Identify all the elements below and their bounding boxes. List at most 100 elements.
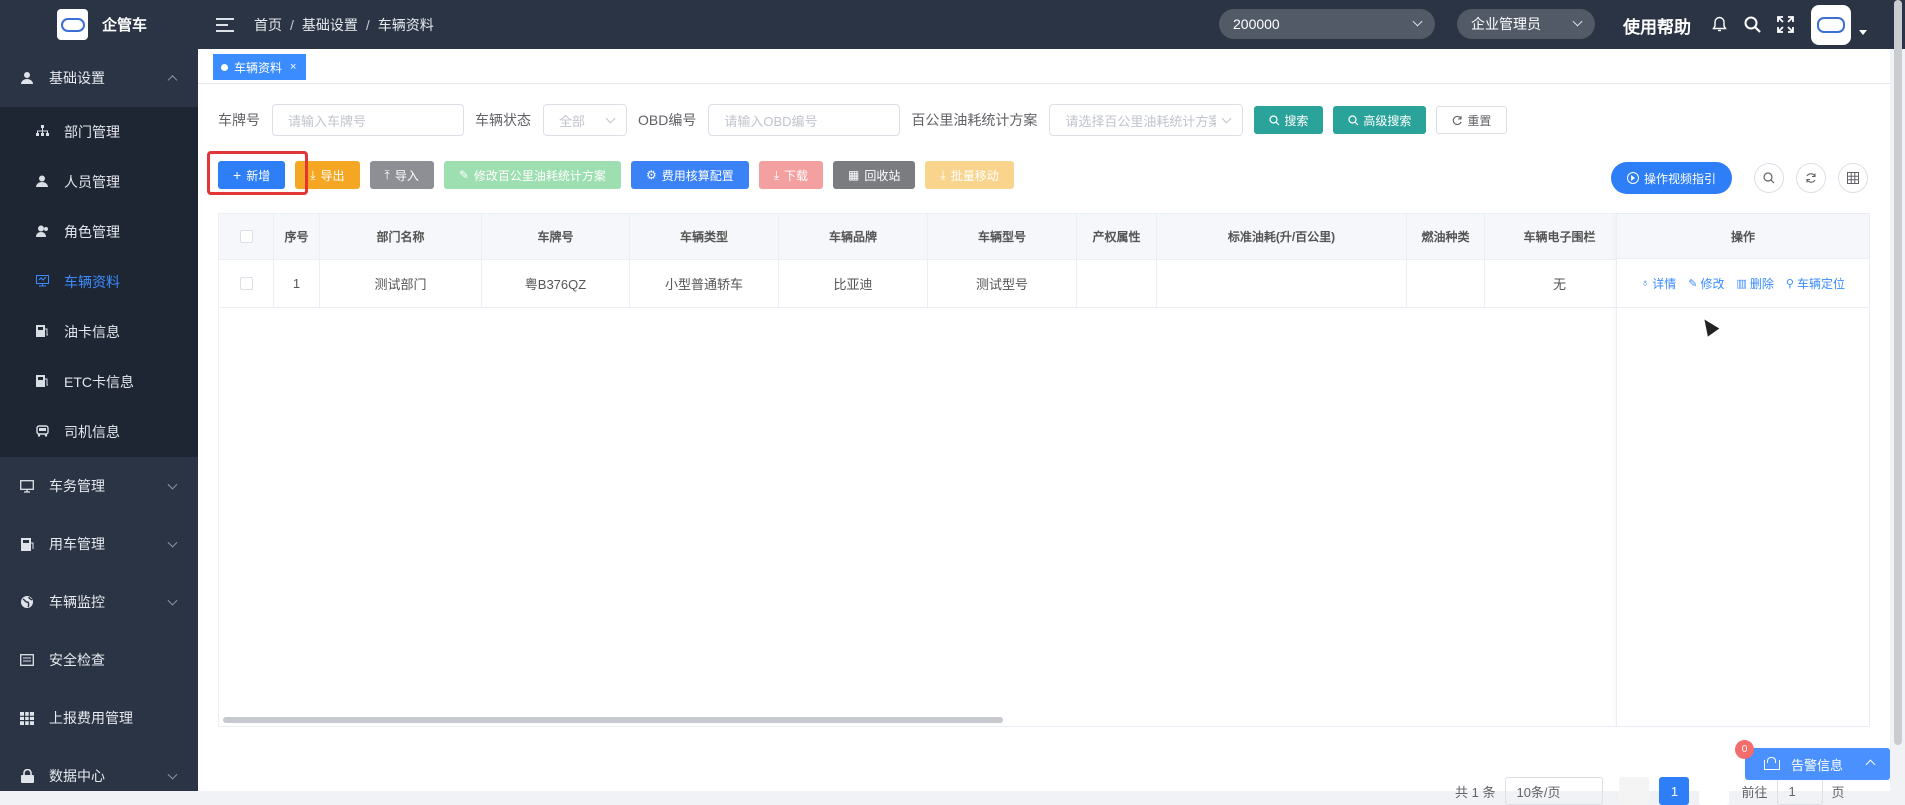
detail-link[interactable]: ♁ 详情: [1641, 275, 1676, 292]
sidebar-item-vehicle-info[interactable]: 车辆资料: [0, 257, 198, 307]
fullscreen-icon[interactable]: [1775, 14, 1795, 34]
sidebar-group-vehicle-affairs[interactable]: 车务管理: [0, 457, 198, 515]
chevron-down-icon: [1412, 16, 1423, 27]
search-icon[interactable]: [1742, 14, 1762, 34]
locate-link[interactable]: ⚲ 车辆定位: [1786, 275, 1845, 292]
scheme-select[interactable]: 请选择百公里油耗统计方案: [1049, 104, 1244, 136]
modify-scheme-label: 修改百公里油耗统计方案: [473, 168, 606, 183]
vertical-scrollbar[interactable]: [1894, 0, 1902, 745]
download-icon: ⤓: [773, 167, 780, 182]
select-all-checkbox[interactable]: [239, 230, 253, 243]
bell-icon[interactable]: [1709, 14, 1729, 34]
chevron-down-icon: [167, 479, 178, 490]
detail-label: 详情: [1652, 276, 1677, 291]
sidebar-group-safety-check[interactable]: 安全检查: [0, 631, 198, 689]
table-cell: [1157, 260, 1407, 307]
next-page-button[interactable]: [1699, 777, 1730, 805]
cost-config-button[interactable]: ⚙ 费用核算配置: [630, 161, 749, 189]
sidebar-group-basic-settings[interactable]: 基础设置: [0, 49, 198, 107]
app-logo: [57, 9, 88, 40]
edit-link[interactable]: ✎ 修改: [1688, 275, 1724, 292]
batch-move-label: 批量移动: [950, 168, 999, 183]
etc-card-icon: [35, 374, 49, 390]
recycle-bin-label: 回收站: [864, 168, 901, 183]
table-header: 序号 部门名称 车牌号 车辆类型 车辆品牌 车辆型号 产权属性 标准油耗(升/百…: [219, 214, 1635, 259]
page-number[interactable]: 1: [1659, 777, 1690, 805]
sidebar-group-vehicle-monitor[interactable]: 车辆监控: [0, 573, 198, 631]
tab-vehicle-info[interactable]: 车辆资料 ×: [213, 54, 307, 80]
recycle-bin-button[interactable]: ▦ 回收站: [833, 161, 916, 189]
breadcrumb-basic-settings[interactable]: 基础设置: [302, 15, 358, 35]
import-button[interactable]: ⤒ 导入: [369, 161, 434, 189]
chevron-down-icon: [1572, 16, 1583, 27]
location-pin-icon: ⚲: [1785, 277, 1794, 290]
edit-icon: ✎: [1688, 277, 1698, 290]
help-link[interactable]: 使用帮助: [1623, 13, 1691, 38]
org-icon: [35, 124, 49, 140]
add-button[interactable]: + 新增: [218, 161, 286, 189]
caret-down-icon[interactable]: [1859, 30, 1867, 35]
avatar[interactable]: [1811, 5, 1851, 45]
delete-link[interactable]: ▥ 删除: [1737, 275, 1774, 292]
breadcrumb-separator: /: [290, 16, 294, 33]
row-checkbox[interactable]: [239, 277, 253, 290]
company-select-value: 200000: [1233, 16, 1280, 32]
lock-icon: [20, 769, 34, 783]
column-header: 车辆电子围栏: [1485, 214, 1635, 259]
chevron-down-icon: [605, 113, 616, 124]
table-cell: 测试型号: [928, 260, 1077, 307]
table-cell: 测试部门: [320, 260, 482, 307]
table-cell: 1: [274, 260, 320, 307]
sidebar-group-data-center[interactable]: 数据中心: [0, 747, 198, 805]
sidebar-item-personnel[interactable]: 人员管理: [0, 157, 198, 207]
role-select[interactable]: 企业管理员: [1457, 9, 1595, 39]
alert-count-badge: 0: [1735, 740, 1754, 759]
obd-input[interactable]: 请输入OBD编号: [708, 104, 901, 136]
breadcrumb-separator: /: [365, 16, 370, 33]
table-cell: 比亚迪: [779, 260, 928, 307]
trash-icon: ▥: [1736, 277, 1747, 290]
sidebar-group-vehicle-use[interactable]: 用车管理: [0, 515, 198, 573]
sidebar-group-expense-report[interactable]: 上报费用管理: [0, 689, 198, 747]
batch-move-button[interactable]: ⤓ 批量移动: [925, 161, 1014, 189]
sidebar-item-etc-card[interactable]: ETC卡信息: [0, 357, 198, 407]
advanced-search-button[interactable]: 高级搜索: [1333, 106, 1427, 134]
fuel-card-icon: [35, 324, 49, 340]
sidebar-item-role[interactable]: 角色管理: [0, 207, 198, 257]
table-row[interactable]: 1 测试部门 粤B376QZ 小型普通轿车 比亚迪 测试型号 无: [219, 259, 1635, 308]
download-icon: ⤓: [310, 167, 316, 182]
company-select[interactable]: 200000: [1219, 9, 1435, 39]
horizontal-scrollbar[interactable]: [223, 717, 1003, 723]
sidebar-item-driver[interactable]: 司机信息: [0, 407, 198, 457]
export-button[interactable]: ⤓ 导出: [295, 161, 360, 189]
sidebar-item-fuel-card[interactable]: 油卡信息: [0, 307, 198, 357]
search-button[interactable]: 搜索: [1254, 106, 1324, 134]
download-button[interactable]: ⤓ 下载: [758, 161, 824, 189]
table-cell: 无: [1485, 260, 1635, 307]
close-icon[interactable]: ×: [290, 61, 296, 73]
alert-info-button[interactable]: 告警信息: [1745, 748, 1890, 780]
tab-label: 车辆资料: [234, 60, 283, 75]
role-select-value: 企业管理员: [1471, 16, 1541, 32]
menu-toggle-icon[interactable]: [216, 17, 234, 32]
columns-icon[interactable]: [1838, 163, 1868, 193]
page-size-select[interactable]: 10条/页: [1505, 777, 1604, 805]
plus-icon: +: [233, 167, 242, 183]
modify-scheme-button[interactable]: ✎ 修改百公里油耗统计方案: [443, 161, 621, 189]
status-select[interactable]: 全部: [543, 104, 627, 136]
export-button-label: 导出: [320, 168, 345, 183]
submenu-basic-settings: 部门管理 人员管理 角色管理 车辆资料 油卡信息 ETC卡信息 司机信息: [0, 107, 198, 457]
refresh-icon[interactable]: [1796, 163, 1826, 193]
sidebar-item-label: 司机信息: [64, 424, 120, 440]
video-guide-button[interactable]: 操作视频指引: [1610, 162, 1732, 194]
plate-input[interactable]: 请输入车牌号: [272, 104, 464, 136]
alert-label: 告警信息: [1791, 757, 1844, 773]
column-header: 车辆型号: [928, 214, 1077, 259]
chevron-up-icon: [1865, 759, 1876, 770]
breadcrumb-home[interactable]: 首页: [254, 15, 282, 35]
prev-page-button[interactable]: [1619, 777, 1650, 805]
goto-input[interactable]: 1: [1777, 777, 1824, 805]
search-toggle-icon[interactable]: [1754, 163, 1784, 193]
reset-button[interactable]: 重置: [1436, 106, 1508, 134]
sidebar-item-department[interactable]: 部门管理: [0, 107, 198, 157]
